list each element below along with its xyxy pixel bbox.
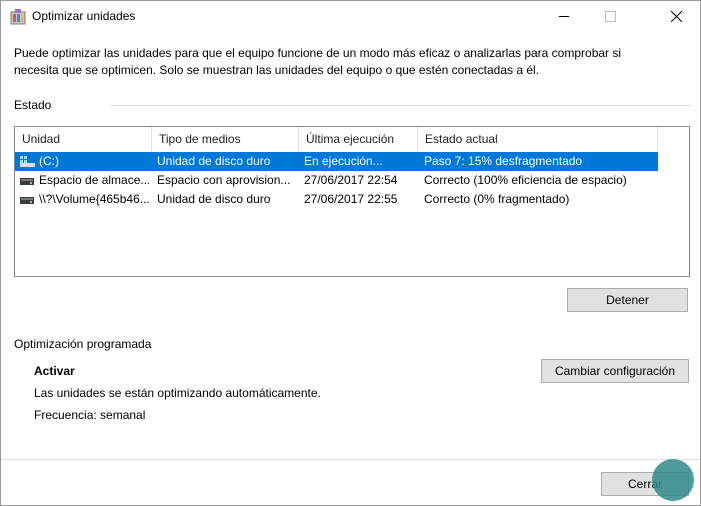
schedule-state: Activar xyxy=(34,364,75,378)
maximize-button[interactable] xyxy=(587,1,633,32)
drive-row-volume[interactable]: \\?\Volume{465b46... Unidad de disco dur… xyxy=(15,190,658,209)
status-group-label: Estado xyxy=(14,98,52,112)
optimize-drives-window: Optimizar unidades Puede optimizar las u… xyxy=(0,0,701,506)
column-header-media-type[interactable]: Tipo de medios xyxy=(152,127,299,152)
title-bar[interactable]: Optimizar unidades xyxy=(1,1,700,32)
drive-media-type: Unidad de disco duro xyxy=(157,192,271,206)
status-group-divider xyxy=(111,105,691,106)
stop-button[interactable]: Detener xyxy=(567,288,688,312)
drives-list[interactable]: Unidad Tipo de medios Última ejecución E… xyxy=(14,126,690,277)
drive-media-type: Unidad de disco duro xyxy=(157,154,271,168)
system-drive-icon xyxy=(20,156,35,167)
hard-drive-icon xyxy=(20,178,34,185)
drive-media-type: Espacio con aprovision... xyxy=(157,173,291,187)
drive-last-run: En ejecución... xyxy=(304,154,383,168)
column-header-last-run[interactable]: Última ejecución xyxy=(299,127,418,152)
drive-row-c[interactable]: (C:) Unidad de disco duro En ejecución..… xyxy=(15,152,658,171)
window-title: Optimizar unidades xyxy=(32,9,136,23)
hard-drive-icon xyxy=(20,197,34,204)
description-text: Puede optimizar las unidades para que el… xyxy=(14,45,694,79)
close-icon xyxy=(671,11,682,22)
watermark-logo xyxy=(652,459,694,501)
drive-unit: \\?\Volume{465b46... xyxy=(39,192,149,206)
footer-divider xyxy=(1,459,700,460)
column-header-unit[interactable]: Unidad xyxy=(15,127,152,152)
schedule-info: Las unidades se están optimizando automá… xyxy=(34,386,321,400)
drive-last-run: 27/06/2017 22:55 xyxy=(304,192,398,206)
column-header-current-status[interactable]: Estado actual xyxy=(418,127,658,152)
drive-status: Correcto (100% eficiencia de espacio) xyxy=(424,173,627,187)
drive-last-run: 27/06/2017 22:54 xyxy=(304,173,398,187)
minimize-button[interactable] xyxy=(541,1,587,32)
drive-status: Correcto (0% fragmentado) xyxy=(424,192,570,206)
scheduled-group-label: Optimización programada xyxy=(14,337,152,351)
drive-row-storage-space[interactable]: Espacio de almace... Espacio con aprovis… xyxy=(15,171,658,190)
close-window-button[interactable] xyxy=(653,1,699,32)
defrag-app-icon xyxy=(10,9,26,25)
schedule-frequency: Frecuencia: semanal xyxy=(34,408,146,422)
change-settings-button[interactable]: Cambiar configuración xyxy=(541,359,689,383)
description-line-2: necesita que se optimicen. Solo se muest… xyxy=(14,63,540,77)
drive-status: Paso 7: 15% desfragmentado xyxy=(424,154,583,168)
drive-unit: Espacio de almace... xyxy=(39,173,149,187)
description-line-1: Puede optimizar las unidades para que el… xyxy=(14,46,622,60)
drive-unit: (C:) xyxy=(39,154,59,168)
